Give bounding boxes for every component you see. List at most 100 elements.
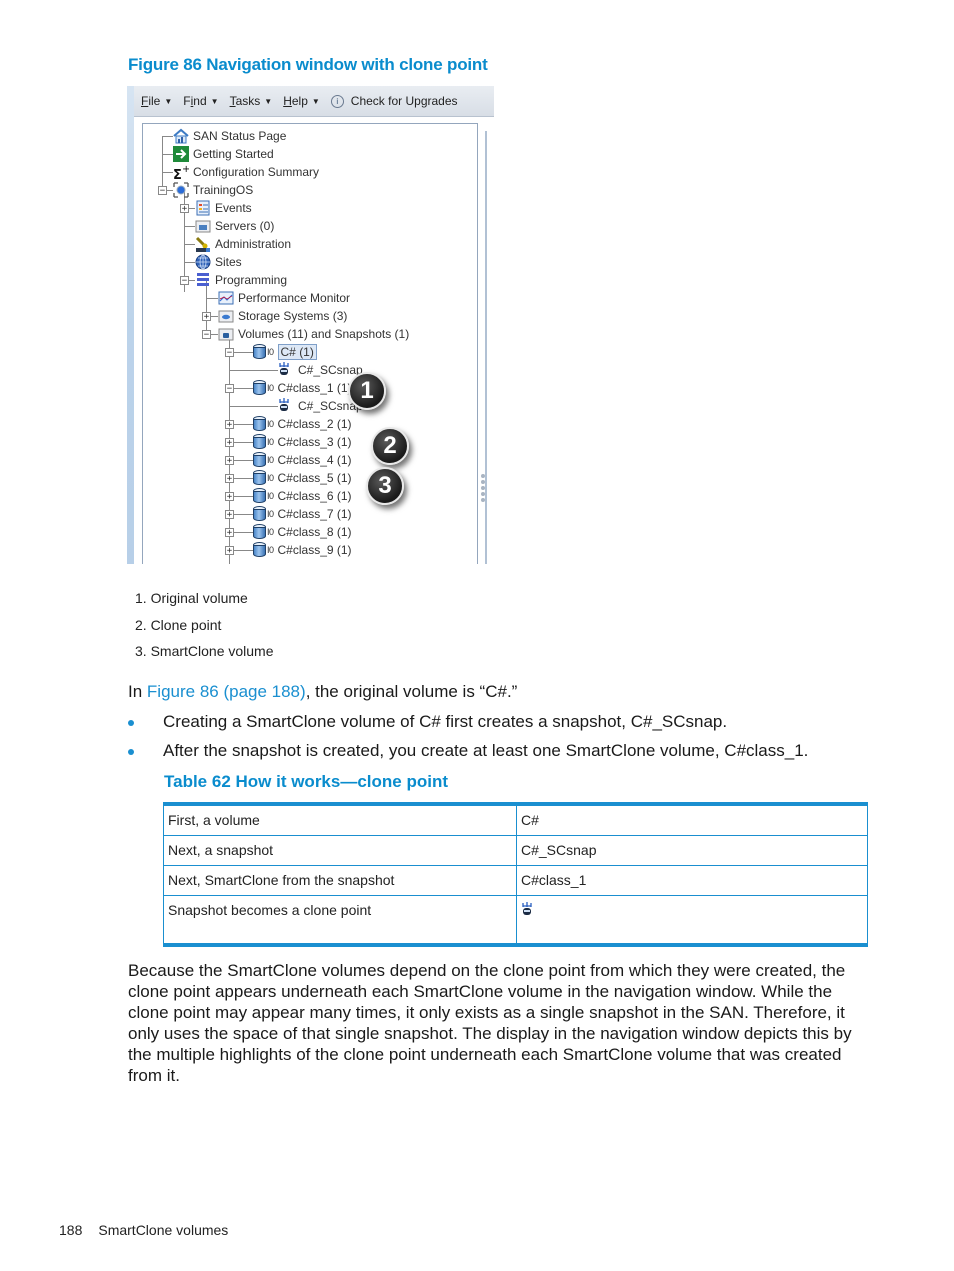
tree-node[interactable]: I0 C#class_5 (1) [253,469,352,487]
figure-caption: Figure 86 Navigation window with clone p… [128,55,488,74]
collapse-toggle[interactable]: − [202,330,211,340]
io-badge: I0 [267,527,274,537]
expand-toggle[interactable]: + [225,528,234,538]
menu-file[interactable]: File ▼ [141,94,172,108]
page-footer: 188 SmartClone volumes [59,1222,228,1238]
tree-node[interactable]: SAN Status Page [173,127,286,145]
dropdown-caret-icon: ▼ [311,96,320,106]
tree-guide-line [229,370,278,371]
tree-node-label: C#class_3 (1) [277,435,352,449]
tree-node[interactable]: Getting Started [173,145,274,163]
tree-node-label: Volumes (11) and Snapshots (1) [238,327,410,341]
clone-point-icon [521,902,533,916]
tree-node[interactable]: Volumes (11) and Snapshots (1) [218,325,409,343]
table-cell-step: First, a volume [163,803,517,836]
tree-node[interactable]: Administration [195,235,291,253]
io-badge: I0 [267,473,274,483]
expand-toggle[interactable]: + [225,492,234,502]
intro-prefix: In [128,682,147,701]
tree-node[interactable]: I0 C#class_9 (1) [253,541,352,559]
io-badge: I0 [267,455,274,465]
tree-node[interactable]: Storage Systems (3) [218,307,347,325]
expand-toggle[interactable]: + [225,510,234,520]
tree-guide-line [184,244,195,245]
collapse-toggle[interactable]: − [225,384,234,394]
volume-icon [253,416,266,432]
table-cell-value [516,895,868,946]
tree-node[interactable]: Events [195,199,252,217]
menu-find[interactable]: Find ▼ [183,94,218,108]
tree-node[interactable]: Programming [195,271,287,289]
expand-toggle[interactable]: + [225,456,234,466]
legend-item: 2. Clone point [135,616,222,633]
tree-node[interactable]: TrainingOS [173,181,253,199]
tree-node-label: Getting Started [193,147,274,161]
tree-node-label: C#class_1 (1) [277,381,352,395]
tree-node[interactable]: C#_SCsnap [278,361,363,379]
volume-icon [253,524,266,540]
tree-node-label: TrainingOS [193,183,254,197]
tree-node[interactable]: Sites [195,253,242,271]
menu-tasks-label: asks [235,94,261,108]
bullet-text: After the snapshot is created, you creat… [163,741,809,760]
volume-icon [253,452,266,468]
bullet-dot-icon [128,749,134,755]
volume-icon [253,380,266,396]
intro-suffix: , the original volume is “C#.” [305,682,518,701]
collapse-toggle[interactable]: − [225,348,234,358]
tree-node[interactable]: I0 C#class_2 (1) [253,415,352,433]
dropdown-caret-icon: ▼ [164,96,173,106]
expand-toggle[interactable]: + [180,204,189,214]
legend-item: 1. Original volume [135,590,248,606]
tree-node[interactable]: I0 C#class_6 (1) [253,487,352,505]
io-badge: I0 [267,437,274,447]
expand-toggle[interactable]: + [202,312,211,322]
callout-marker: 1 [348,372,386,410]
splitter-grip[interactable] [481,474,486,504]
volume-icon [253,506,266,522]
tree-guide-line [184,262,195,263]
collapse-toggle[interactable]: − [180,276,189,286]
menu-tasks[interactable]: Tasks ▼ [230,94,273,108]
tree-guide-line [162,154,173,155]
intro-paragraph: In Figure 86 (page 188), the original vo… [128,682,517,702]
tree-node[interactable]: I0 C#class_1 (1) [253,379,352,397]
expand-toggle[interactable]: + [225,546,234,556]
menu-file-label: ile [148,94,161,108]
io-badge: I0 [267,491,274,501]
tree-node-label: Performance Monitor [238,291,351,305]
how-it-works-table: First, a volume C# Next, a snapshot C#_S… [163,802,868,947]
volume-icon [253,434,266,450]
tree-node[interactable]: Σ + Configuration Summary [173,163,320,183]
expand-toggle[interactable]: + [225,474,234,484]
tree-node[interactable]: Performance Monitor [218,289,350,307]
management-group-icon [173,182,189,198]
tree-node-label: Servers (0) [215,219,275,233]
tree-node[interactable]: Servers (0) [195,217,274,235]
tree-node-label: C# (1) [277,344,317,360]
expand-toggle[interactable]: + [225,438,234,448]
dropdown-caret-icon: ▼ [210,96,219,106]
figure-legend: 1. Original volume 2. Clone point 3. Sma… [135,590,274,670]
cluster-icon [195,272,211,288]
tree-node[interactable]: I0 C#class_7 (1) [253,505,352,523]
tree-node[interactable]: I0 C#class_8 (1) [253,523,352,541]
window-left-edge [127,86,134,564]
tree-node[interactable]: I0 C#class_3 (1) [253,433,352,451]
tree-node[interactable]: I0 C# (1) [253,343,317,361]
menu-help[interactable]: Help ▼ [283,94,320,108]
tree-node[interactable]: I0 C#class_4 (1) [253,451,352,469]
tree-node-label: C#class_8 (1) [277,525,352,539]
tree-node-label: Configuration Summary [193,165,320,179]
menu-find-label-start: F [183,94,191,108]
check-for-upgrades-button[interactable]: i Check for Upgrades [330,94,458,108]
tree-guide-line [229,406,278,407]
collapse-toggle[interactable]: − [158,186,167,196]
callout-marker: 3 [366,467,404,505]
expand-toggle[interactable]: + [225,420,234,430]
tree-node-label: C#class_5 (1) [277,471,352,485]
menu-find-label: nd [193,94,207,108]
tree-node-label: Administration [215,237,292,251]
table-cell-value: C# [516,803,868,836]
figure-link[interactable]: Figure 86 (page 188) [147,682,306,701]
